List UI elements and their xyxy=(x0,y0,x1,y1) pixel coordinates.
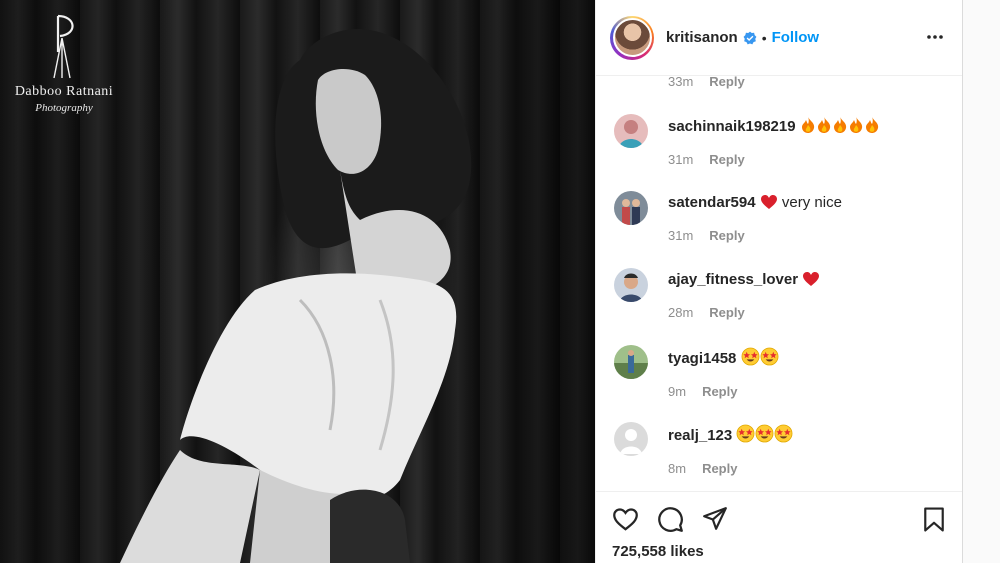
star-struck-emoji-icon xyxy=(755,424,774,449)
comment-meta: 31m Reply xyxy=(668,152,946,167)
verified-badge-icon xyxy=(743,31,757,45)
red-heart-emoji-icon xyxy=(760,194,778,216)
page-margin xyxy=(963,0,1000,563)
comment-time: 31m xyxy=(668,152,694,167)
comment-item: sachinnaik198219 31m Reply xyxy=(612,114,946,184)
comment-item: satendar594 very nice 31m Reply xyxy=(612,191,946,261)
commenter-avatar[interactable] xyxy=(614,114,648,148)
star-struck-emoji-icon xyxy=(741,347,760,372)
reply-button[interactable]: Reply xyxy=(702,384,737,399)
likes-count[interactable]: 725,558 likes xyxy=(612,543,704,560)
comment-bubble-icon[interactable] xyxy=(657,506,684,538)
commenter-avatar[interactable] xyxy=(614,268,648,302)
fire-emoji-icon xyxy=(848,116,864,140)
comment-meta: 8m Reply xyxy=(668,461,946,476)
fire-emoji-icon xyxy=(800,116,816,140)
more-options-icon[interactable] xyxy=(926,28,944,51)
fire-emoji-icon xyxy=(864,116,880,140)
commenter-avatar[interactable] xyxy=(614,422,648,456)
watermark-subtitle: Photography xyxy=(35,102,93,114)
commenter-username[interactable]: ajay_fitness_lover xyxy=(668,271,798,288)
star-struck-emoji-icon xyxy=(736,424,755,449)
comment-body: realj_123 8m Reply xyxy=(668,424,946,476)
commenter-avatar[interactable] xyxy=(614,345,648,379)
watermark-logo xyxy=(53,14,74,79)
author-username[interactable]: kritisanon xyxy=(666,29,738,46)
comment-meta: 9m Reply xyxy=(668,384,946,399)
like-heart-icon[interactable] xyxy=(612,506,639,536)
post-actions: 725,558 likes xyxy=(596,491,962,563)
header-separator: • xyxy=(761,29,767,46)
fire-emoji-icon xyxy=(832,116,848,140)
comment-item: ajay_fitness_lover 28m Reply xyxy=(612,268,946,338)
commenter-avatar[interactable] xyxy=(614,191,648,225)
comment-body: ajay_fitness_lover 28m Reply xyxy=(668,270,946,320)
comment-meta: 28m Reply xyxy=(668,305,946,320)
comment-time: 9m xyxy=(668,384,687,399)
post-header: kritisanon • Follow xyxy=(596,0,962,76)
reply-button[interactable]: Reply xyxy=(709,152,744,167)
comment-item: tyagi1458 9m Reply xyxy=(612,345,946,415)
comment-time: 31m xyxy=(668,228,694,243)
reply-button[interactable]: Reply xyxy=(709,305,744,320)
photographer-watermark: Dabboo Ratnani Photography xyxy=(6,12,122,114)
comment-text: very nice xyxy=(781,194,842,211)
save-bookmark-icon[interactable] xyxy=(922,506,946,538)
star-struck-emoji-icon xyxy=(760,347,779,372)
comment-body: tyagi1458 9m Reply xyxy=(668,347,946,399)
post-photo[interactable]: Dabboo Ratnani Photography xyxy=(0,0,595,563)
commenter-username[interactable]: realj_123 xyxy=(668,427,732,444)
commenter-username[interactable]: tyagi1458 xyxy=(668,350,736,367)
author-avatar[interactable] xyxy=(610,15,654,60)
comments-list[interactable]: 33m Reply sachinnaik198219 31m Reply sat… xyxy=(596,76,962,491)
comment-time: 8m xyxy=(668,461,687,476)
reply-button[interactable]: Reply xyxy=(709,76,744,89)
reply-button[interactable]: Reply xyxy=(702,461,737,476)
watermark-name: Dabboo Ratnani xyxy=(14,84,114,99)
commenter-username[interactable]: sachinnaik198219 xyxy=(668,118,796,135)
star-struck-emoji-icon xyxy=(774,424,793,449)
comment-time: 33m xyxy=(668,76,694,89)
previous-comment-meta: 33m Reply xyxy=(668,76,745,89)
post-panel: kritisanon • Follow 33m Reply sachinnaik… xyxy=(595,0,963,563)
author-avatar-image xyxy=(612,18,652,57)
comment-time: 28m xyxy=(668,305,694,320)
fire-emoji-icon xyxy=(816,116,832,140)
comment-body: satendar594 very nice 31m Reply xyxy=(668,193,946,243)
comment-meta: 31m Reply xyxy=(668,228,946,243)
comment-item: realj_123 8m Reply xyxy=(612,422,946,491)
comment-body: sachinnaik198219 31m Reply xyxy=(668,116,946,167)
red-heart-emoji-icon xyxy=(802,271,820,293)
reply-button[interactable]: Reply xyxy=(709,228,744,243)
follow-button[interactable]: Follow xyxy=(772,29,820,46)
commenter-username[interactable]: satendar594 xyxy=(668,194,756,211)
share-paper-plane-icon[interactable] xyxy=(702,506,728,537)
